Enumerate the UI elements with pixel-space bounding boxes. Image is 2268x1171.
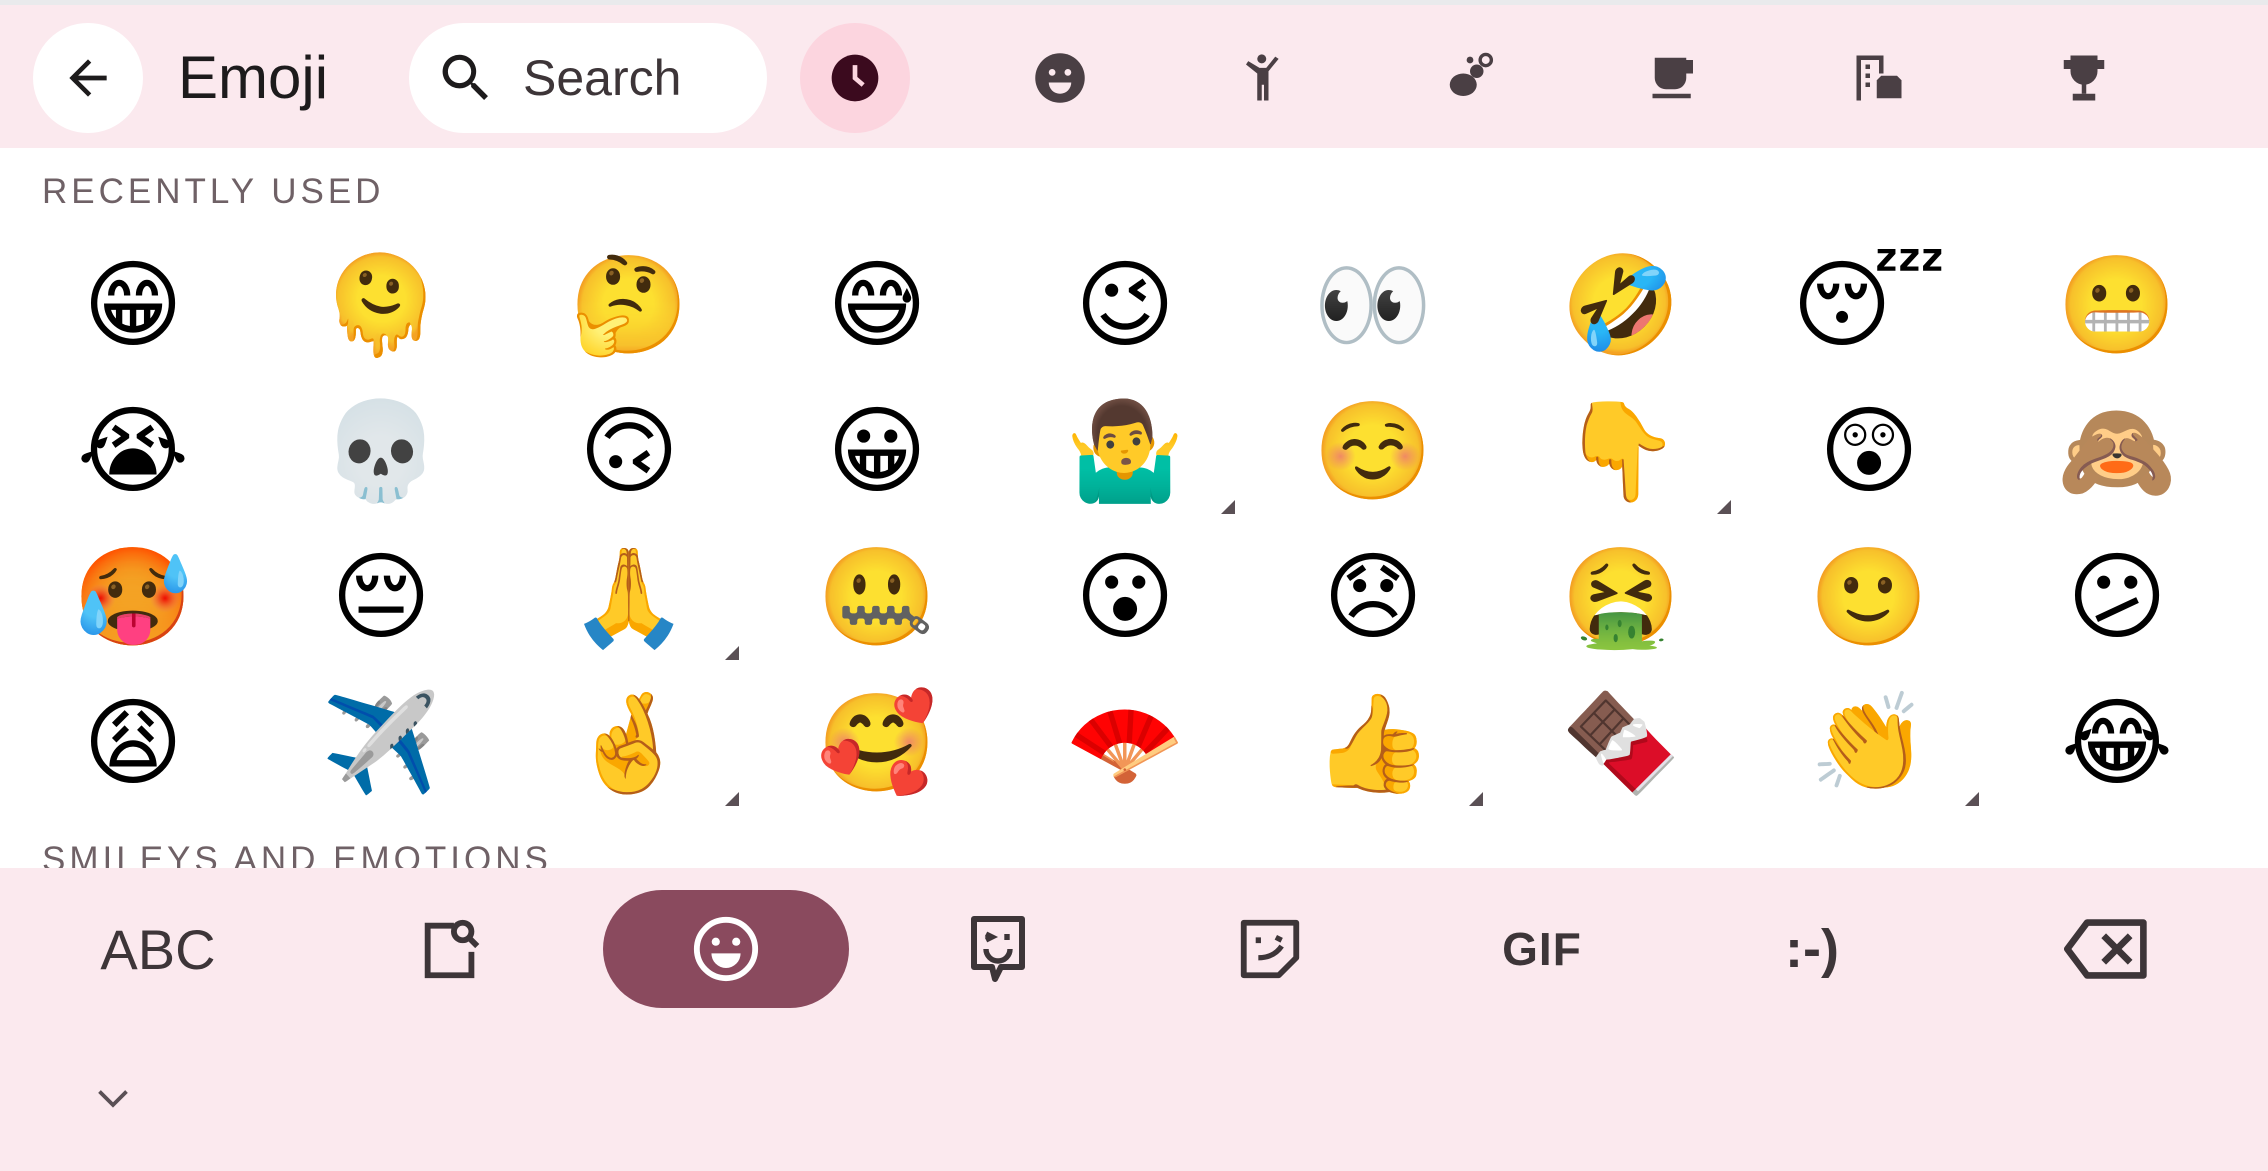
emoji-key[interactable]: 👏 (1745, 670, 1993, 816)
search-input[interactable]: Search (409, 23, 767, 133)
search-icon (442, 54, 488, 100)
emoji-key[interactable]: 😉 (1001, 232, 1249, 378)
emoji-key[interactable]: 😴 (1745, 232, 1993, 378)
section-label-smileys: SMILEYS AND EMOTIONS (42, 840, 552, 868)
emoji-panel[interactable]: RECENTLY USED 😁 🫠 🤔 😅 😉 👀 🤣 😴 😬 😭 💀 🙃 😀 🤷‍♂️ ☺️ 👇 😲 🙈 🥵 😔 🙏 🤐… (0, 148, 2268, 868)
emoji-key[interactable]: 🥰 (753, 670, 1001, 816)
skin-tone-variant-indicator (725, 646, 739, 660)
emoticon-button[interactable]: :-) (1742, 890, 1882, 1008)
emoji-key[interactable]: 🙈 (1993, 378, 2241, 524)
skin-tone-variant-indicator (1469, 792, 1483, 806)
sticker-button[interactable] (1210, 890, 1330, 1008)
emoticon-label: :-) (1785, 919, 1839, 979)
emoji-key[interactable]: 🙃 (505, 378, 753, 524)
skin-tone-variant-indicator (1965, 792, 1979, 806)
emoji-key[interactable]: 🤣 (1497, 232, 1745, 378)
recent-clock-icon (831, 54, 879, 102)
sticker-icon (1240, 919, 1300, 979)
emoji-key[interactable]: 😅 (753, 232, 1001, 378)
emoji-key[interactable]: 😬 (1993, 232, 2241, 378)
food-drink-icon (1652, 57, 1693, 99)
emoji-key[interactable]: 😲 (1745, 378, 1993, 524)
emoji-key[interactable]: 😔 (257, 524, 505, 670)
gif-label: GIF (1502, 923, 1582, 975)
emoji-key[interactable]: 👀 (1249, 232, 1497, 378)
category-smileys[interactable] (1030, 48, 1090, 108)
page-title: Emoji (178, 44, 329, 111)
category-recent[interactable] (800, 23, 910, 133)
emoji-key[interactable]: 💀 (257, 378, 505, 524)
emoji-key[interactable]: 👍 (1249, 670, 1497, 816)
emoji-key[interactable]: ☺️ (1249, 378, 1497, 524)
skin-tone-variant-indicator (1221, 500, 1235, 514)
skin-tone-variant-indicator (1717, 500, 1731, 514)
emoji-key[interactable]: 😭 (9, 378, 257, 524)
bitmoji-icon (971, 916, 1025, 982)
travel-places-icon (1856, 55, 1902, 101)
emoji-key[interactable]: 👇 (1497, 378, 1745, 524)
smiley-icon (1035, 53, 1085, 103)
emoji-key[interactable]: 😀 (753, 378, 1001, 524)
chevron-down-icon (98, 1090, 128, 1108)
emoji-key[interactable]: 😩 (9, 670, 257, 816)
emoji-key[interactable]: ✈️ (257, 670, 505, 816)
emoji-key[interactable]: 😕 (1993, 524, 2241, 670)
arrow-left-icon (69, 59, 107, 97)
section-label-recently-used: RECENTLY USED (42, 172, 385, 211)
emoji-key[interactable]: 🤐 (753, 524, 1001, 670)
category-people[interactable] (1234, 48, 1294, 108)
category-activities[interactable] (2054, 48, 2114, 108)
emoji-key[interactable]: 🪭 (1001, 670, 1249, 816)
category-animals-nature[interactable] (1440, 48, 1500, 108)
emoji-key[interactable]: 🤞 (505, 670, 753, 816)
emoji-key[interactable]: 🥵 (9, 524, 257, 670)
emoji-header (0, 5, 2268, 148)
emoji-key[interactable]: 🤷‍♂️ (1001, 378, 1249, 524)
emoji-key[interactable]: 😮 (1001, 524, 1249, 670)
emoji-key[interactable]: 🙏 (505, 524, 753, 670)
emoji-key[interactable]: 🤮 (1497, 524, 1745, 670)
keyboard-bottom-bar (0, 868, 2268, 1171)
person-icon (1246, 54, 1279, 101)
gif-button[interactable]: GIF (1472, 890, 1612, 1008)
back-button[interactable] (33, 23, 143, 133)
abc-button[interactable]: ABC (78, 890, 238, 1008)
collapse-keyboard-button[interactable] (93, 1082, 133, 1116)
abc-label: ABC (100, 917, 216, 981)
skin-tone-variant-indicator (725, 792, 739, 806)
emoji-key[interactable]: 😂 (1993, 670, 2241, 816)
emoji-key[interactable]: 😞 (1249, 524, 1497, 670)
smiley-icon (693, 916, 759, 982)
emoji-key[interactable]: 🤔 (505, 232, 753, 378)
category-food-drink[interactable] (1645, 48, 1705, 108)
emoji-key[interactable]: 😁 (9, 232, 257, 378)
category-travel-places[interactable] (1849, 48, 1909, 108)
sticker-search-icon (424, 919, 480, 979)
search-placeholder: Search (523, 50, 682, 106)
emoji-key[interactable]: 🙂 (1745, 524, 1993, 670)
bitmoji-button[interactable] (938, 890, 1058, 1008)
backspace-button[interactable] (2047, 890, 2167, 1008)
emoji-tab-button[interactable] (603, 890, 849, 1008)
emoji-key[interactable]: 🍫 (1497, 670, 1745, 816)
sticker-search-button[interactable] (391, 890, 511, 1008)
backspace-icon (2064, 919, 2147, 979)
animals-nature-icon (1449, 52, 1494, 96)
activities-trophy-icon (2063, 55, 2105, 101)
emoji-key[interactable]: 🫠 (257, 232, 505, 378)
